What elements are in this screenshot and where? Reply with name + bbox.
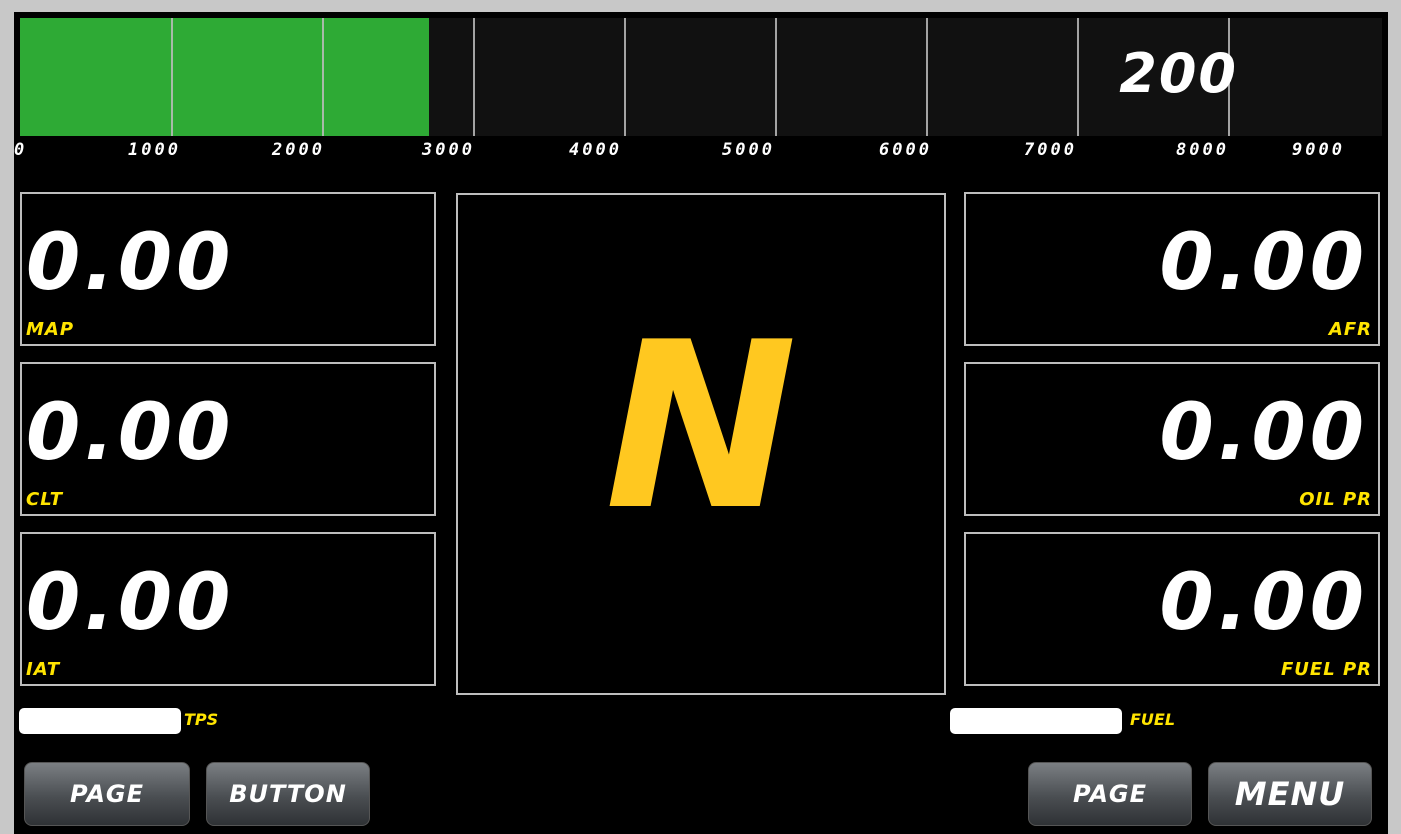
rpm-tick-label: 1000 xyxy=(128,140,181,160)
rpm-tick-label: 3000 xyxy=(422,140,475,160)
gauge-label: AFR xyxy=(1328,319,1372,340)
gauge-label: IAT xyxy=(26,659,61,680)
gauge-afr: 0.00 AFR xyxy=(964,192,1380,346)
gauge-iat: 0.00 IAT xyxy=(20,532,436,686)
rpm-tick-label: 4000 xyxy=(569,140,622,160)
page-right-button[interactable]: PAGE xyxy=(1028,762,1192,826)
rpm-tick-labels: 0 1000 2000 3000 4000 5000 6000 7000 8000 9000 xyxy=(14,140,1388,164)
rpm-gridline xyxy=(322,18,324,136)
gauge-label: MAP xyxy=(26,319,75,340)
gauge-value: 0.00 xyxy=(1159,218,1368,308)
page-left-button[interactable]: PAGE xyxy=(24,762,190,826)
rpm-tick-label: 5000 xyxy=(722,140,775,160)
gauge-clt: 0.00 CLT xyxy=(20,362,436,516)
rpm-gridline xyxy=(171,18,173,136)
rpm-tick-label: 7000 xyxy=(1024,140,1077,160)
fuel-bar xyxy=(950,708,1122,734)
gauge-value: 0.00 xyxy=(26,388,235,478)
rpm-tick-label: 0 xyxy=(14,140,28,160)
action-button[interactable]: BUTTON xyxy=(206,762,370,826)
menu-button[interactable]: MENU xyxy=(1208,762,1372,826)
gauge-oil-pressure: 0.00 OIL PR xyxy=(964,362,1380,516)
gauge-value: 0.00 xyxy=(26,558,235,648)
gauge-value: 0.00 xyxy=(1159,388,1368,478)
rpm-tick-label: 8000 xyxy=(1176,140,1229,160)
speed-readout: 200 xyxy=(1119,42,1238,105)
gauge-value: 0.00 xyxy=(26,218,235,308)
gauge-fuel-pressure: 0.00 FUEL PR xyxy=(964,532,1380,686)
gear-indicator: N xyxy=(456,193,946,695)
gauge-label: CLT xyxy=(26,489,63,510)
rpm-gridline xyxy=(624,18,626,136)
gauge-label: OIL PR xyxy=(1299,489,1372,510)
gauge-label: FUEL PR xyxy=(1281,659,1372,680)
rpm-tick-label: 6000 xyxy=(879,140,932,160)
rpm-tick-label: 2000 xyxy=(272,140,325,160)
rpm-gridline xyxy=(775,18,777,136)
gauge-value: 0.00 xyxy=(1159,558,1368,648)
fuel-label: FUEL xyxy=(1130,710,1176,729)
rpm-gridline xyxy=(926,18,928,136)
rpm-bar-fill xyxy=(20,18,429,136)
gauge-map: 0.00 MAP xyxy=(20,192,436,346)
rpm-bar: 200 xyxy=(20,18,1382,136)
gear-value: N xyxy=(604,294,798,561)
tps-bar xyxy=(19,708,181,734)
rpm-gridline xyxy=(473,18,475,136)
dash-screen: 200 0 1000 2000 3000 4000 5000 6000 7000 8000 900… xyxy=(14,12,1388,834)
tps-label: TPS xyxy=(184,710,219,729)
rpm-tick-label: 9000 xyxy=(1292,140,1345,160)
rpm-gridline xyxy=(1077,18,1079,136)
